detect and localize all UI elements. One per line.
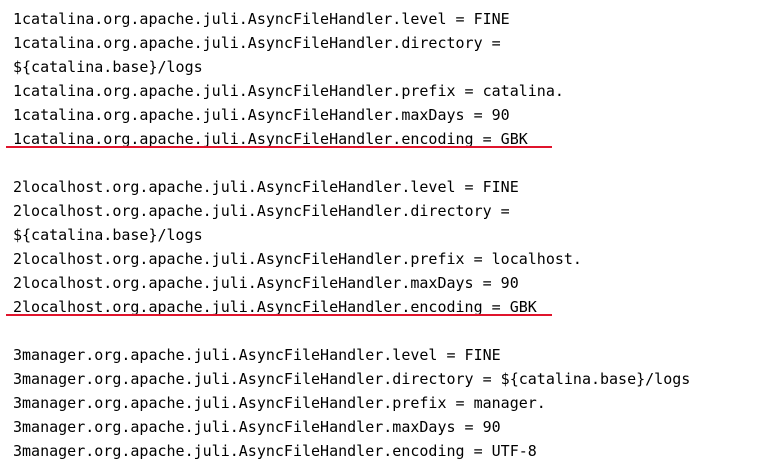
config-line: 1catalina.org.apache.juli.AsyncFileHandl… bbox=[13, 10, 510, 28]
red-underline bbox=[6, 146, 552, 148]
config-line: ${catalina.base}/logs bbox=[13, 226, 203, 244]
config-line: 1catalina.org.apache.juli.AsyncFileHandl… bbox=[13, 34, 501, 52]
config-line: 3manager.org.apache.juli.AsyncFileHandle… bbox=[13, 370, 691, 388]
config-line: 1catalina.org.apache.juli.AsyncFileHandl… bbox=[13, 106, 510, 124]
config-line: 3manager.org.apache.juli.AsyncFileHandle… bbox=[13, 418, 501, 436]
config-line: 2localhost.org.apache.juli.AsyncFileHand… bbox=[13, 178, 519, 196]
config-line: ${catalina.base}/logs bbox=[13, 58, 203, 76]
config-document: 1catalina.org.apache.juli.AsyncFileHandl… bbox=[0, 0, 763, 472]
red-underline bbox=[6, 314, 552, 316]
config-line: 3manager.org.apache.juli.AsyncFileHandle… bbox=[13, 346, 501, 364]
config-line: 2localhost.org.apache.juli.AsyncFileHand… bbox=[13, 202, 510, 220]
config-line: 3manager.org.apache.juli.AsyncFileHandle… bbox=[13, 442, 537, 460]
config-line: 1catalina.org.apache.juli.AsyncFileHandl… bbox=[13, 82, 564, 100]
config-line: 3manager.org.apache.juli.AsyncFileHandle… bbox=[13, 394, 546, 412]
config-line: 2localhost.org.apache.juli.AsyncFileHand… bbox=[13, 274, 519, 292]
config-line: 2localhost.org.apache.juli.AsyncFileHand… bbox=[13, 250, 582, 268]
